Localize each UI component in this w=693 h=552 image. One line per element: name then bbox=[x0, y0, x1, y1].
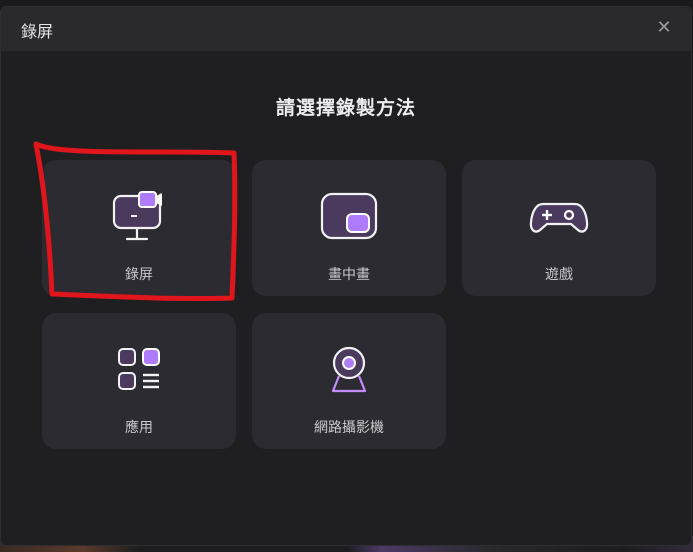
option-screen-record[interactable]: 錄屏 bbox=[42, 160, 236, 296]
option-label: 網路攝影機 bbox=[314, 420, 384, 436]
option-label: 畫中畫 bbox=[328, 267, 370, 283]
gamepad-icon bbox=[529, 202, 589, 233]
dialog-heading: 請選擇錄製方法 bbox=[275, 97, 416, 119]
webcam-icon bbox=[331, 346, 367, 393]
option-label: 應用 bbox=[125, 420, 153, 436]
monitor-camera-icon bbox=[112, 191, 162, 241]
option-application[interactable]: 應用 bbox=[42, 313, 236, 449]
apps-grid-icon bbox=[118, 348, 160, 390]
dialog-titlebar: 錄屏 ✕ bbox=[1, 7, 691, 51]
option-label: 錄屏 bbox=[125, 267, 153, 283]
record-method-dialog: 錄屏 ✕ 請選擇錄製方法 錄屏 畫中畫 遊戲 應用 網路攝影機 bbox=[0, 6, 692, 546]
option-game[interactable]: 遊戲 bbox=[462, 160, 656, 296]
picture-in-picture-icon bbox=[320, 192, 378, 240]
option-label: 遊戲 bbox=[545, 267, 573, 283]
option-webcam[interactable]: 網路攝影機 bbox=[252, 313, 446, 449]
option-picture-in-picture[interactable]: 畫中畫 bbox=[252, 160, 446, 296]
dialog-title: 錄屏 bbox=[21, 22, 54, 41]
close-icon[interactable]: ✕ bbox=[653, 17, 675, 39]
